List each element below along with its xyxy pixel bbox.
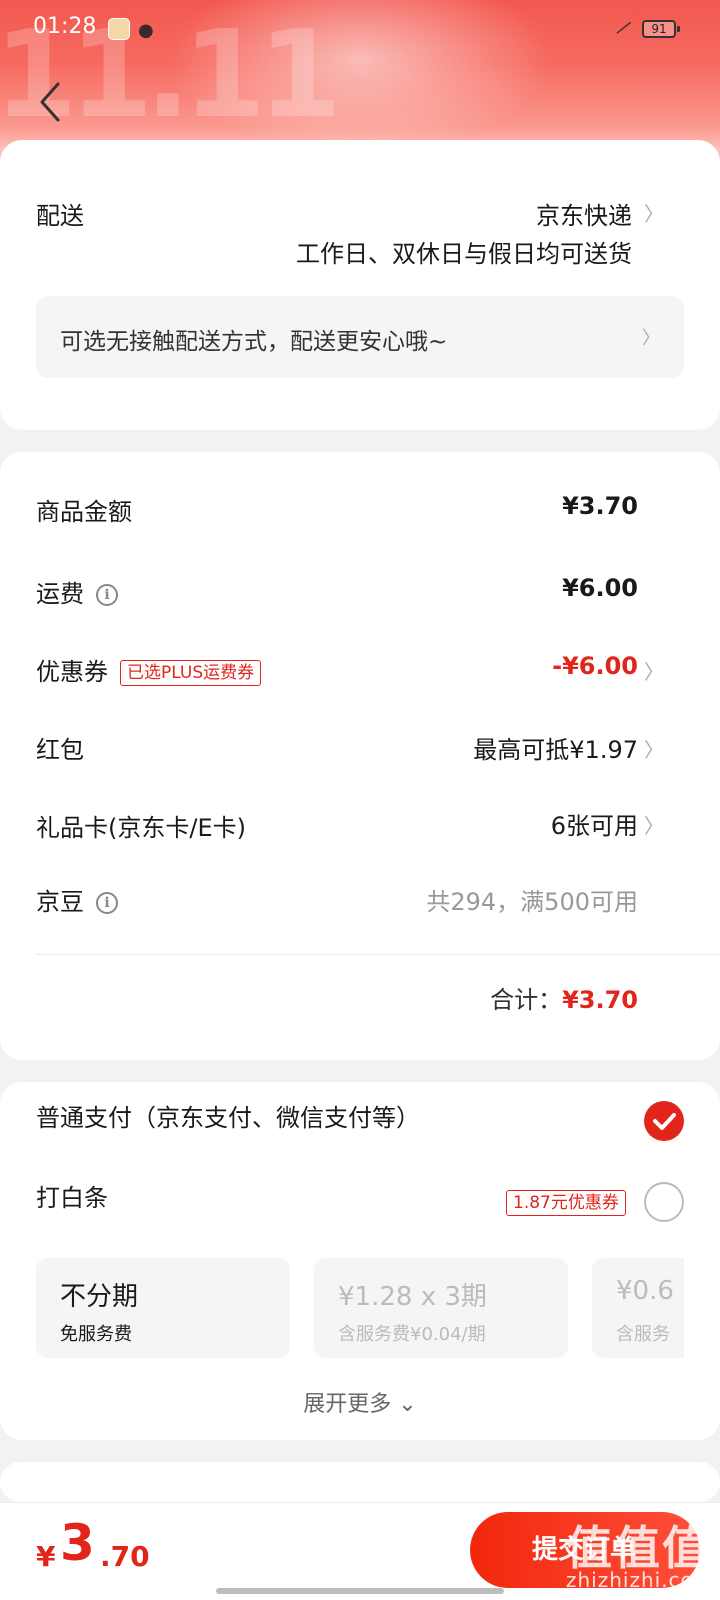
installment-subtitle: 免服务费 [60,1324,132,1345]
total-row: 合计：¥3.70 [490,980,638,1015]
goods-amount-value: ¥3.70 [562,492,638,520]
total-label: 合计： [490,986,563,1014]
installment-subtitle: 含服务 [616,1324,670,1345]
footer-total-currency: ¥ [36,1540,56,1573]
redpacket-value[interactable]: 最高可抵¥1.97 [473,730,638,765]
installment-option[interactable]: ¥0.6 含服务 [592,1258,684,1358]
total-value: ¥3.70 [562,986,638,1014]
info-icon[interactable]: i [96,892,118,914]
goods-amount-label: 商品金额 [36,498,132,526]
watermark-site: zhizhizhi.com [566,1568,715,1592]
radio-unselected-icon[interactable] [644,1182,684,1222]
baitiao-label[interactable]: 打白条 [36,1178,108,1213]
redpacket-label: 红包 [36,736,84,764]
contactless-delivery-option[interactable]: 可选无接触配送方式，配送更安心哦~ 〉 [36,296,684,378]
coupon-value[interactable]: -¥6.00 [552,652,638,680]
plus-coupon-tag: 已选PLUS运费券 [120,660,262,686]
header-cloud-decoration [150,0,570,160]
installment-option[interactable]: 不分期 免服务费 [36,1258,290,1358]
notification-app-icon [108,18,130,40]
installment-options: 不分期 免服务费 ¥1.28 x 3期 含服务费¥0.04/期 ¥0.6 含服务 [36,1258,684,1358]
giftcard-chevron-icon[interactable]: 〉 [644,810,664,839]
installment-title: 不分期 [60,1282,139,1312]
shipping-row: 运费 i [36,574,118,609]
footer-total-decimal: .70 [100,1540,150,1573]
jingdou-value: 共294，满500可用 [426,888,638,916]
delivery-carrier[interactable]: 京东快递 [536,196,632,231]
baitiao-coupon-tag[interactable]: 1.87元优惠券 [506,1190,626,1216]
installment-title: ¥0.6 [616,1276,674,1306]
contactless-text: 可选无接触配送方式，配送更安心哦~ [60,329,448,355]
battery-icon: 91 [642,20,680,38]
wechat-icon: ● [138,20,154,41]
coupon-label: 优惠券 [36,658,108,686]
contactless-chevron-icon: 〉 [642,328,660,349]
checkmark-selected-icon[interactable] [644,1101,684,1141]
jingdou-label: 京豆 [36,888,84,916]
delivery-schedule: 工作日、双休日与假日均可送货 [296,240,632,268]
coupon-chevron-icon[interactable]: 〉 [644,656,664,685]
delivery-chevron-icon[interactable]: 〉 [644,198,664,227]
redpacket-chevron-icon[interactable]: 〉 [644,734,664,763]
signal-icon: ⁄ [617,16,630,40]
next-card [0,1462,720,1502]
status-time: 01:28 [33,14,97,39]
installment-title: ¥1.28 x 3期 [338,1282,487,1312]
footer-total-integer: 3 [60,1514,95,1572]
shipping-value: ¥6.00 [562,574,638,602]
home-indicator[interactable] [216,1588,504,1594]
delivery-label: 配送 [36,202,84,230]
giftcard-value[interactable]: 6张可用 [551,806,638,841]
normal-payment-label[interactable]: 普通支付（京东支付、微信支付等） [36,1098,420,1133]
giftcard-label: 礼品卡(京东卡/E卡) [36,814,246,842]
back-arrow-icon[interactable] [36,80,66,124]
info-icon[interactable]: i [96,584,118,606]
installment-option[interactable]: ¥1.28 x 3期 含服务费¥0.04/期 [314,1258,568,1358]
coupon-row: 优惠券 已选PLUS运费券 [36,652,262,687]
expand-more-link[interactable]: 展开更多 ⌄ [0,1386,720,1418]
summary-divider [36,954,720,955]
installment-subtitle: 含服务费¥0.04/期 [338,1324,486,1345]
header-banner: 11.11 01:28 ● ⁄ 91 [0,0,720,160]
shipping-label: 运费 [36,580,84,608]
jingdou-row: 京豆 i [36,882,118,917]
delivery-card [0,140,720,430]
